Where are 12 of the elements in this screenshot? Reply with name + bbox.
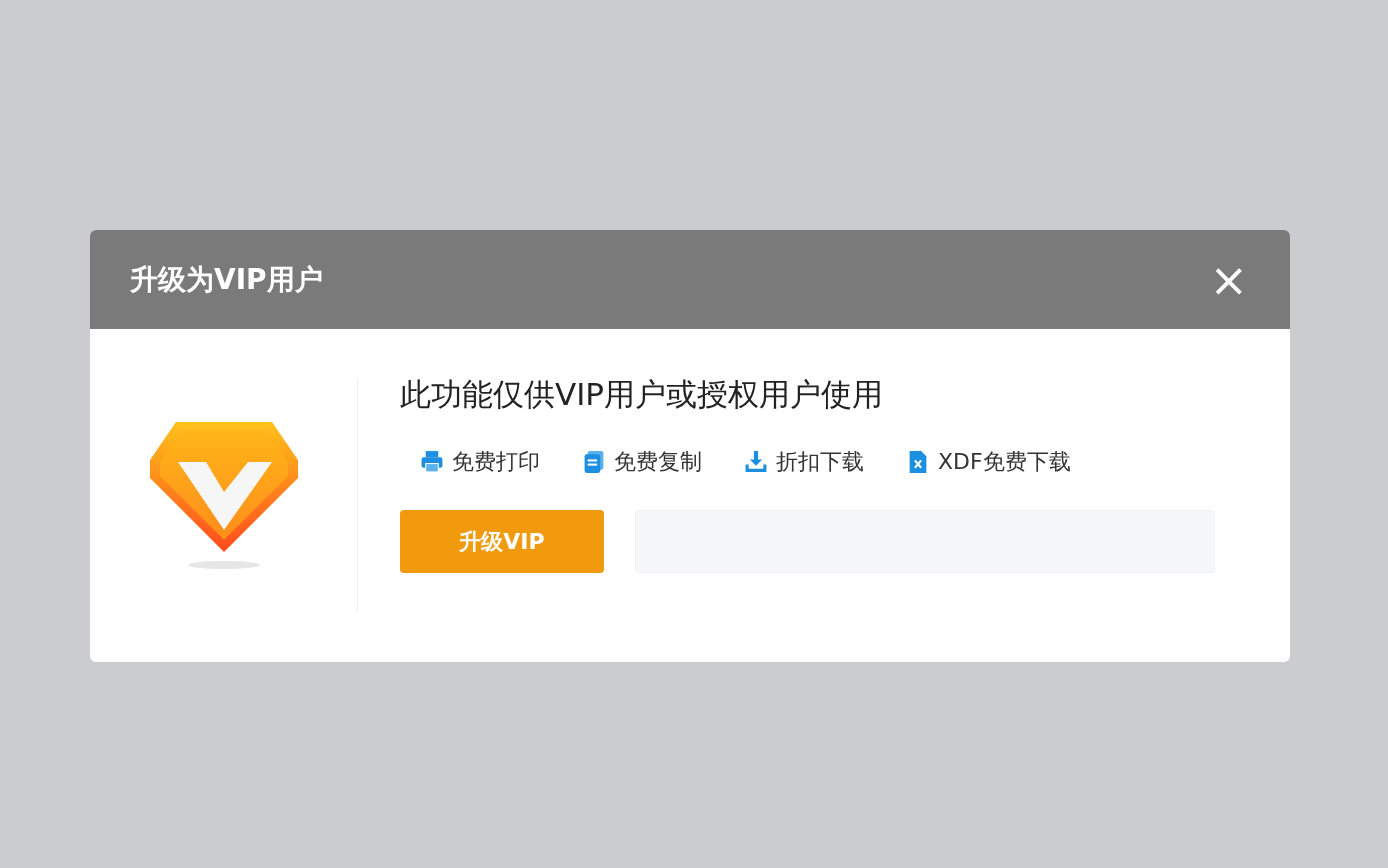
- close-button[interactable]: ×: [1207, 256, 1250, 303]
- diamond-logo-icon: [147, 419, 300, 572]
- feature-label: 免费打印: [452, 448, 540, 477]
- download-icon: [744, 449, 768, 474]
- printer-icon: [420, 449, 444, 474]
- message-text: 此功能仅供VIP用户或授权用户使用: [400, 376, 885, 414]
- feature-label: 免费复制: [614, 448, 702, 477]
- upgrade-button[interactable]: 升级VIP: [400, 510, 604, 574]
- feature-label: XDF免费下载: [938, 448, 1071, 477]
- dialog-title: 升级为VIP用户: [130, 261, 323, 298]
- document-icon: [582, 449, 606, 474]
- feature-label: 折扣下载: [776, 448, 864, 477]
